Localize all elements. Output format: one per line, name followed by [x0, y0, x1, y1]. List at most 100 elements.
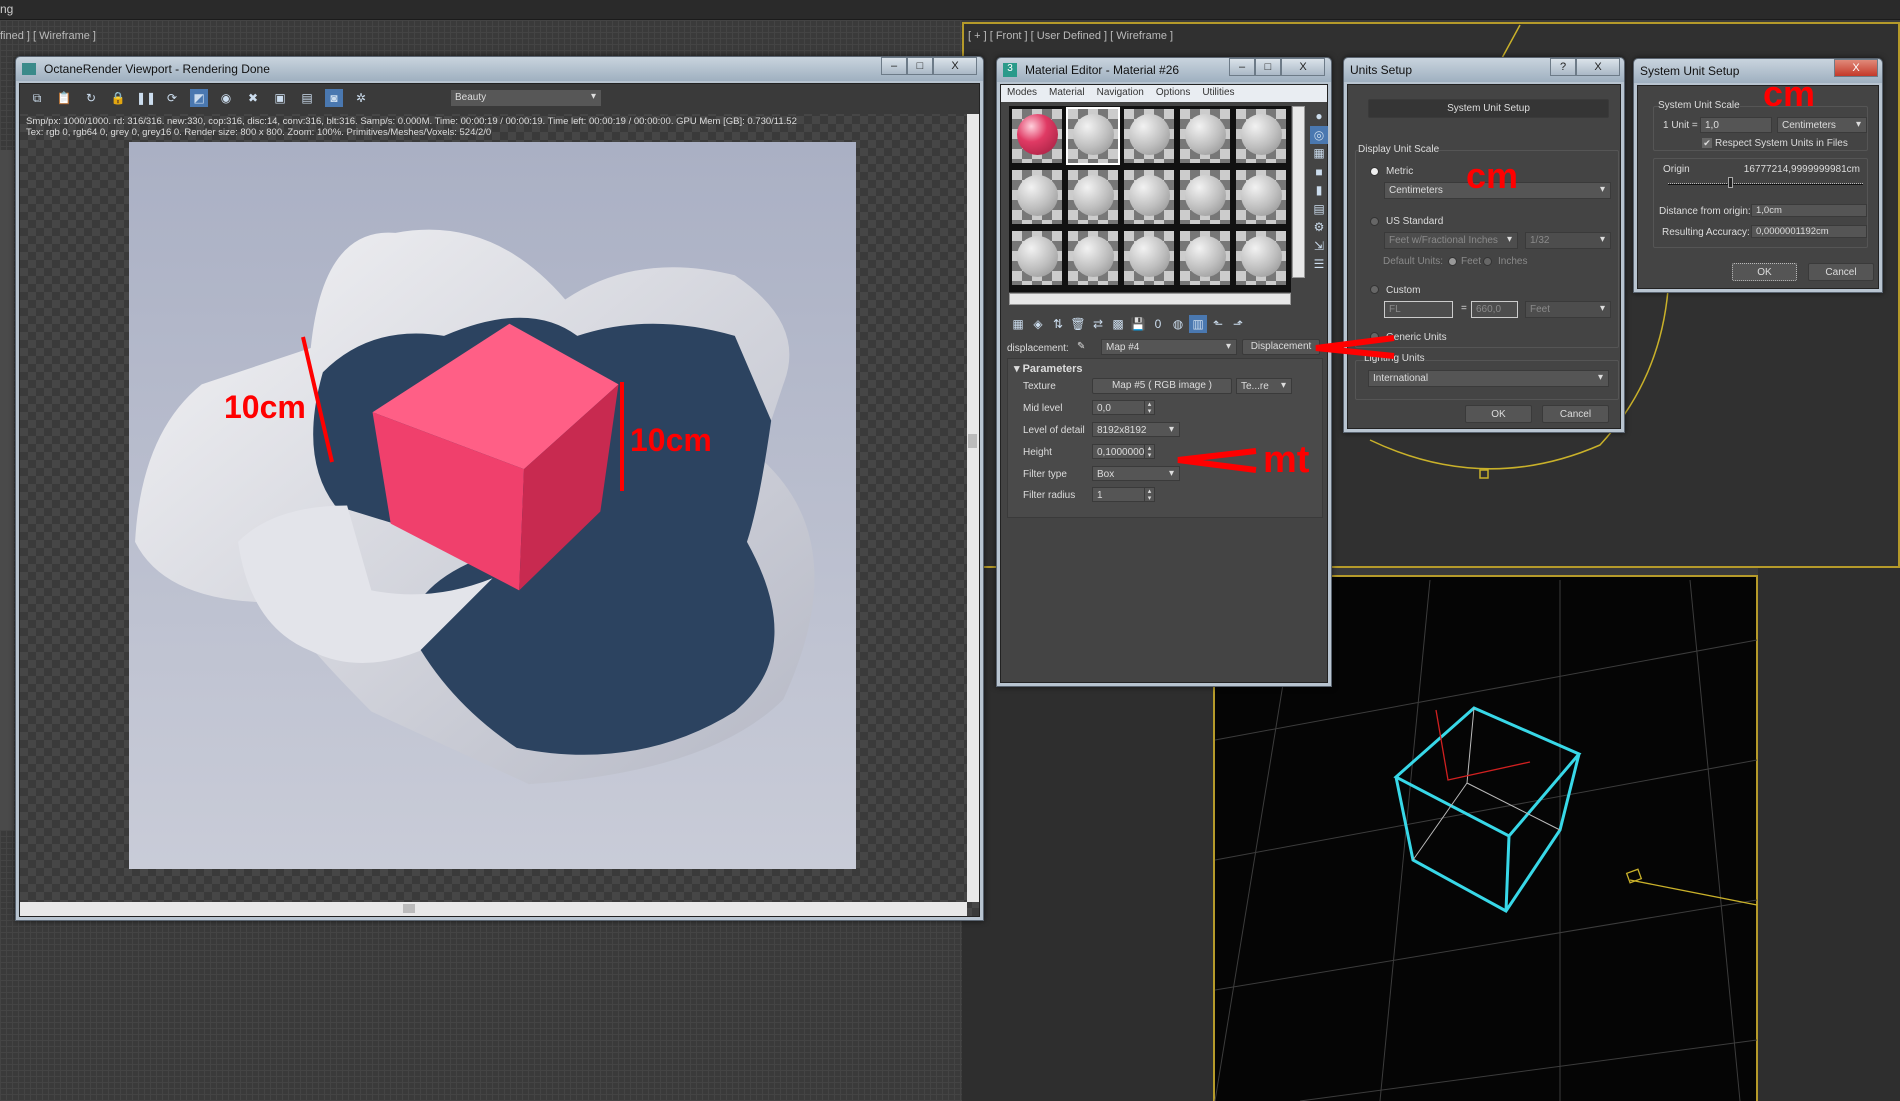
sample-slot[interactable]	[1010, 229, 1064, 287]
go-to-parent-icon[interactable]: ⬑	[1209, 315, 1227, 333]
help-button[interactable]: ?	[1550, 58, 1576, 76]
custom-radio[interactable]	[1370, 285, 1379, 294]
show-end-result-icon[interactable]: ▥	[1189, 315, 1207, 333]
maximize-button[interactable]: □	[1255, 58, 1281, 76]
make-preview-icon[interactable]: ▤	[1310, 200, 1328, 218]
generic-units-radio[interactable]	[1370, 332, 1379, 341]
system-unit-setup-button[interactable]: System Unit Setup	[1368, 99, 1609, 118]
restart-icon[interactable]: ⟳	[163, 89, 181, 107]
make-unique-icon[interactable]: ▩	[1109, 315, 1127, 333]
mid-level-spinner[interactable]: 0,0 ▴ ▾	[1092, 400, 1155, 415]
select-by-material-icon[interactable]: ⇲	[1310, 237, 1328, 255]
lighting-units-select[interactable]: International	[1368, 370, 1609, 387]
origin-slider[interactable]	[1668, 183, 1863, 185]
filter-type-select[interactable]: Box	[1092, 466, 1180, 481]
backlight-icon[interactable]: ◎	[1310, 125, 1328, 144]
go-forward-icon[interactable]: ⬏	[1229, 315, 1247, 333]
inches-radio[interactable]	[1483, 257, 1492, 266]
close-button[interactable]: X	[1834, 59, 1878, 77]
sample-slot[interactable]	[1066, 229, 1120, 287]
sample-slot[interactable]	[1066, 168, 1120, 226]
sample-type-icon[interactable]: ●	[1310, 107, 1328, 125]
camera-icon[interactable]: ◙	[325, 89, 343, 107]
pause-icon[interactable]: ❚❚	[136, 89, 156, 107]
eyedropper-icon[interactable]: ✎	[1077, 341, 1085, 352]
metric-select[interactable]: Centimeters	[1384, 182, 1611, 199]
us-standard-select[interactable]: Feet w/Fractional Inches	[1384, 232, 1518, 249]
menu-modes[interactable]: Modes	[1007, 87, 1037, 100]
copy-icon[interactable]: ⧉	[28, 89, 46, 107]
map-select[interactable]: Map #4	[1101, 339, 1237, 355]
delete-icon[interactable]: 🗑	[1069, 315, 1087, 333]
fraction-select[interactable]: 1/32	[1525, 232, 1611, 249]
material-id-icon[interactable]: 0	[1149, 315, 1167, 333]
custom-value-input[interactable]: 660,0	[1471, 301, 1518, 318]
custom-name-input[interactable]: FL	[1384, 301, 1453, 318]
map-type-button[interactable]: Displacement	[1242, 339, 1320, 355]
sample-slot[interactable]	[1178, 229, 1232, 287]
close-button[interactable]: X	[1281, 58, 1325, 76]
rollout-title[interactable]: ▾ Parameters	[1014, 362, 1083, 375]
ok-button[interactable]: OK	[1732, 263, 1797, 281]
lock-icon[interactable]: 🔒	[109, 89, 127, 107]
unit-value-input[interactable]: 1,0	[1700, 117, 1772, 133]
make-copy-icon[interactable]: ⇄	[1089, 315, 1107, 333]
region-icon[interactable]: ◩	[190, 89, 208, 107]
height-spinner[interactable]: 0,1000000 ▴ ▾	[1092, 444, 1155, 459]
put-to-scene-icon[interactable]: ◈	[1029, 315, 1047, 333]
minimize-button[interactable]: –	[1229, 58, 1255, 76]
video-check-icon[interactable]: ▮	[1310, 181, 1328, 199]
ok-button[interactable]: OK	[1465, 405, 1532, 423]
slots-vertical-scrollbar[interactable]	[1292, 106, 1305, 278]
close-button[interactable]: X	[1576, 58, 1620, 76]
close-button[interactable]: X	[933, 57, 977, 75]
uv-tiling-icon[interactable]: ■	[1310, 163, 1328, 181]
stop-icon[interactable]: ✖	[244, 89, 262, 107]
show-map-icon[interactable]: ◍	[1169, 315, 1187, 333]
maximize-button[interactable]: □	[907, 57, 933, 75]
sample-slot[interactable]	[1010, 168, 1064, 226]
color-icon[interactable]: ◉	[217, 89, 235, 107]
sample-slot[interactable]	[1178, 168, 1232, 226]
filter-radius-spinner[interactable]: 1 ▴ ▾	[1092, 487, 1155, 502]
background-icon[interactable]: ▦	[1310, 144, 1328, 162]
clipboard-icon[interactable]: 📋	[55, 89, 73, 107]
slots-horizontal-scrollbar[interactable]	[1009, 293, 1291, 305]
texture-map-button[interactable]: Map #5 ( RGB image )	[1092, 378, 1232, 394]
unit-type-select[interactable]: Centimeters	[1777, 117, 1867, 133]
pass-select[interactable]: Beauty	[450, 89, 602, 107]
settings-icon[interactable]: ✲	[352, 89, 370, 107]
sample-slot[interactable]	[1122, 107, 1176, 165]
assign-material-icon[interactable]: ⇅	[1049, 315, 1067, 333]
texture-mode-select[interactable]: Te...re	[1236, 378, 1292, 394]
lod-select[interactable]: 8192x8192	[1092, 422, 1180, 437]
minimize-button[interactable]: –	[881, 57, 907, 75]
sample-slot[interactable]	[1234, 229, 1288, 287]
put-to-library-icon[interactable]: 💾	[1129, 315, 1147, 333]
menu-options[interactable]: Options	[1156, 87, 1190, 100]
menu-utilities[interactable]: Utilities	[1202, 87, 1234, 100]
display-icon[interactable]: ▣	[271, 89, 289, 107]
sample-slot[interactable]	[1122, 168, 1176, 226]
sample-slot[interactable]	[1066, 107, 1120, 165]
horizontal-scrollbar[interactable]	[20, 902, 967, 916]
sample-slot[interactable]	[1234, 168, 1288, 226]
sample-slot[interactable]	[1178, 107, 1232, 165]
options-icon[interactable]: ⚙	[1310, 218, 1328, 236]
sample-slot[interactable]	[1122, 229, 1176, 287]
material-navigator-icon[interactable]: ☰	[1310, 255, 1328, 273]
custom-unit-select[interactable]: Feet	[1525, 301, 1611, 318]
vertical-scrollbar[interactable]	[967, 114, 979, 902]
respect-units-checkbox[interactable]: ✔	[1702, 138, 1712, 148]
get-material-icon[interactable]: ▦	[1009, 315, 1027, 333]
us-standard-radio[interactable]	[1370, 217, 1379, 226]
feet-radio[interactable]	[1448, 257, 1457, 266]
origin-slider-thumb[interactable]	[1728, 177, 1733, 188]
sample-slot[interactable]	[1234, 107, 1288, 165]
sample-slot[interactable]	[1010, 107, 1064, 165]
cancel-button[interactable]: Cancel	[1542, 405, 1609, 423]
octane-title-bar[interactable]: OctaneRender Viewport - Rendering Done	[16, 57, 983, 81]
save-icon[interactable]: ▤	[298, 89, 316, 107]
menu-material[interactable]: Material	[1049, 87, 1085, 100]
cancel-button[interactable]: Cancel	[1808, 263, 1874, 281]
